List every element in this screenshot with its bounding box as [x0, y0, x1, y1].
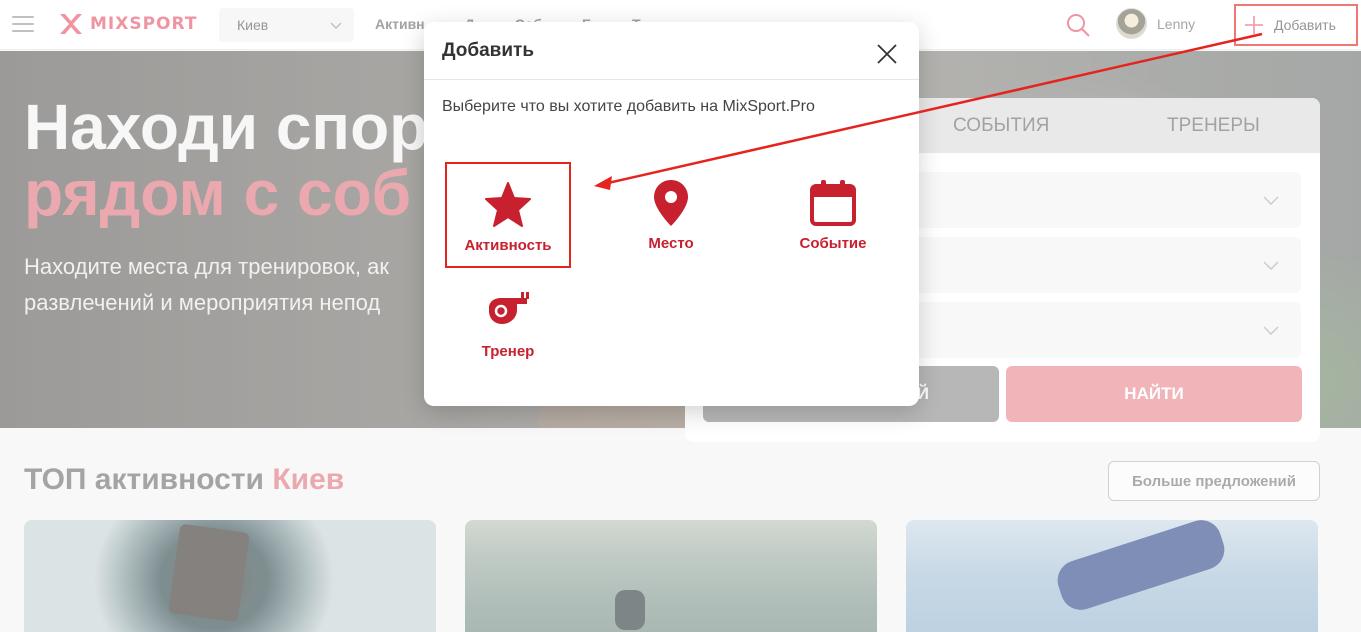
whistle-icon	[489, 292, 529, 324]
more-offers-button[interactable]: Больше предложений	[1108, 461, 1320, 501]
modal-description: Выберите что вы хотите добавить на MixSp…	[442, 98, 815, 115]
star-icon	[485, 182, 531, 227]
option-event[interactable]: Событие	[770, 162, 896, 268]
card-image-shape	[168, 523, 250, 623]
chevron-down-icon	[330, 22, 342, 29]
add-button-label: Добавить	[1274, 17, 1336, 33]
chevron-down-icon	[1263, 196, 1279, 205]
section-title-text: ТОП активности	[24, 463, 264, 496]
option-place[interactable]: Место	[608, 162, 734, 268]
nav-item-activities[interactable]: Активн	[375, 16, 425, 32]
search-icon[interactable]	[1065, 12, 1091, 38]
modal-header: Добавить	[424, 22, 919, 80]
option-event-label: Событие	[799, 235, 867, 252]
activity-card-2[interactable]	[465, 520, 877, 632]
logo-text: MIXSPORT	[90, 14, 198, 34]
user-name: Lenny	[1157, 15, 1196, 32]
city-select[interactable]: Киев	[219, 8, 354, 42]
card-image-shape	[615, 590, 645, 630]
more-offers-label: Больше предложений	[1132, 472, 1296, 490]
section-title-city: Киев	[272, 463, 345, 496]
hero-subtitle: Находите места для тренировок, ак развле…	[24, 254, 390, 315]
user-menu[interactable]: Lenny	[1116, 8, 1195, 39]
activity-card-1[interactable]	[24, 520, 436, 632]
city-select-value: Киев	[237, 17, 269, 33]
avatar	[1116, 8, 1147, 39]
activity-card-3[interactable]	[906, 520, 1318, 632]
find-button-label: НАЙТИ	[1124, 384, 1184, 403]
section-title: ТОП активности Киев	[24, 463, 344, 497]
option-place-label: Место	[648, 235, 694, 252]
option-activity[interactable]: Активность	[445, 162, 571, 268]
plus-icon	[1245, 16, 1263, 34]
add-button[interactable]: Добавить	[1234, 4, 1358, 46]
option-trainer-label: Тренер	[481, 343, 535, 360]
hero-title: Находи спор	[24, 91, 429, 163]
find-button[interactable]: НАЙТИ	[1006, 366, 1302, 422]
add-modal: Добавить Выберите что вы хотите добавить…	[424, 22, 919, 406]
tab-events[interactable]: СОБЫТИЯ	[953, 115, 1049, 137]
logo-mark-icon	[60, 14, 82, 34]
card-image-shape	[1052, 520, 1230, 616]
chevron-down-icon	[1263, 326, 1279, 335]
logo[interactable]: MIXSPORT	[58, 11, 197, 37]
menu-icon[interactable]	[12, 16, 34, 32]
option-trainer[interactable]: Тренер	[445, 270, 571, 376]
close-icon[interactable]	[876, 43, 898, 65]
modal-title: Добавить	[442, 40, 535, 61]
option-activity-label: Активность	[464, 237, 552, 254]
chevron-down-icon	[1263, 261, 1279, 270]
tab-trainers[interactable]: ТРЕНЕРЫ	[1167, 115, 1260, 137]
calendar-icon	[810, 180, 856, 226]
hero-title-highlight: рядом с соб	[24, 157, 412, 229]
map-pin-icon	[654, 180, 688, 226]
